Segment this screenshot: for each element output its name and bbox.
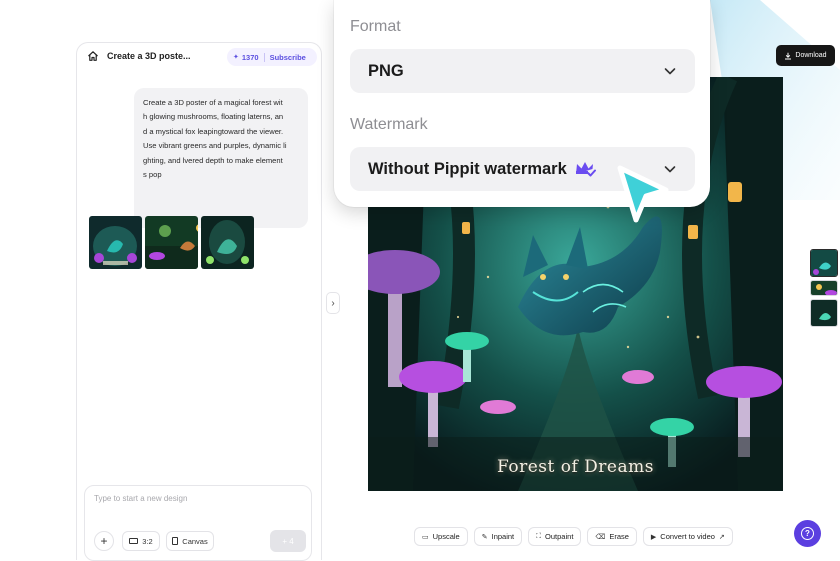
tool-label: Upscale [432,532,460,541]
result-thumbnail[interactable] [201,216,254,269]
external-link-icon: ↗ [718,533,725,541]
prompt-message: Create a 3D poster of a magical forest w… [134,88,308,228]
upscale-button[interactable]: ▭ Upscale [414,527,468,546]
design-input-box: + 3:2 Canvas + 4 [84,485,312,561]
format-label: Format [350,18,401,35]
prompt-line: Use vibrant greens and purples, dynamic … [143,141,287,151]
brush-icon: ✎ [481,533,488,541]
result-thumbnail[interactable] [145,216,198,269]
canvas-icon [172,537,179,545]
convert-to-video-button[interactable]: ▶ Convert to video ↗ [642,527,733,546]
edit-toolbar: ▭ Upscale ✎ Inpaint ⛶ Outpaint ⌫ Erase ▶… [414,527,733,546]
download-button[interactable]: Download [776,45,835,66]
sparkle-icon: ✦ [233,54,239,61]
download-icon [785,52,792,59]
format-select[interactable]: PNG [350,49,695,93]
add-button[interactable]: + [94,531,114,551]
upscale-icon: ▭ [422,533,429,541]
credits-pill[interactable]: ✦ 1370 Subscribe [227,48,317,66]
prompt-line: s pop [143,170,162,180]
chat-title: Create a 3D poste... [107,51,191,61]
canvas-label: Canvas [182,536,208,546]
prompt-line: d a mystical fox leapingtoward the viewe… [143,126,284,136]
help-button[interactable]: ? [794,520,821,547]
plus-icon: + [100,534,108,548]
aspect-ratio-label: 3:2 [142,536,153,546]
prompt-line: h glowing mushrooms, floating laterns, a… [143,112,284,122]
home-icon[interactable] [87,50,99,62]
inpaint-button[interactable]: ✎ Inpaint [473,527,523,546]
prompt-line: ghting, and lvered depth to make element [143,155,283,165]
download-label: Download [795,52,827,59]
variant-strip [810,249,838,327]
tool-label: Convert to video [660,532,715,541]
watermark-value: Without Pippit watermark [368,159,567,178]
premium-crown-icon [575,162,596,177]
subscribe-link[interactable]: Subscribe [270,53,306,62]
tool-label: Erase [609,532,629,541]
poster-title: Forest of Dreams [497,457,654,477]
chevron-right-icon: › [331,297,335,309]
variant-thumbnail[interactable] [810,249,838,277]
watermark-label: Watermark [350,116,428,133]
eraser-icon: ⌫ [595,533,606,541]
chat-header: Create a 3D poste... ✦ 1370 Subscribe [77,43,321,71]
tool-label: Inpaint [491,532,515,541]
chat-panel: Create a 3D poste... ✦ 1370 Subscribe Cr… [76,42,322,561]
result-thumbnails [89,216,254,269]
send-label: + 4 [282,536,294,546]
expand-icon: ⛶ [536,532,542,540]
aspect-ratio-button[interactable]: 3:2 [122,531,160,551]
variant-thumbnail[interactable] [810,280,838,296]
format-value: PNG [368,61,404,80]
question-icon: ? [801,527,814,540]
send-button[interactable]: + 4 [270,530,306,552]
credit-count: 1370 [241,52,259,62]
collapse-panel-button[interactable]: › [326,292,340,314]
chevron-down-icon [664,68,676,75]
divider [263,52,265,62]
erase-button[interactable]: ⌫ Erase [587,527,637,546]
result-thumbnail[interactable] [89,216,142,269]
video-icon: ▶ [650,533,657,541]
design-prompt-input[interactable] [94,494,294,503]
prompt-line: Create a 3D poster of a magical forest w… [143,98,283,107]
variant-thumbnail[interactable] [810,299,838,327]
pointer-cursor-icon [617,165,669,223]
tool-label: Outpaint [545,532,574,541]
outpaint-button[interactable]: ⛶ Outpaint [528,527,582,546]
canvas-button[interactable]: Canvas [166,531,214,551]
ratio-icon [129,538,139,544]
